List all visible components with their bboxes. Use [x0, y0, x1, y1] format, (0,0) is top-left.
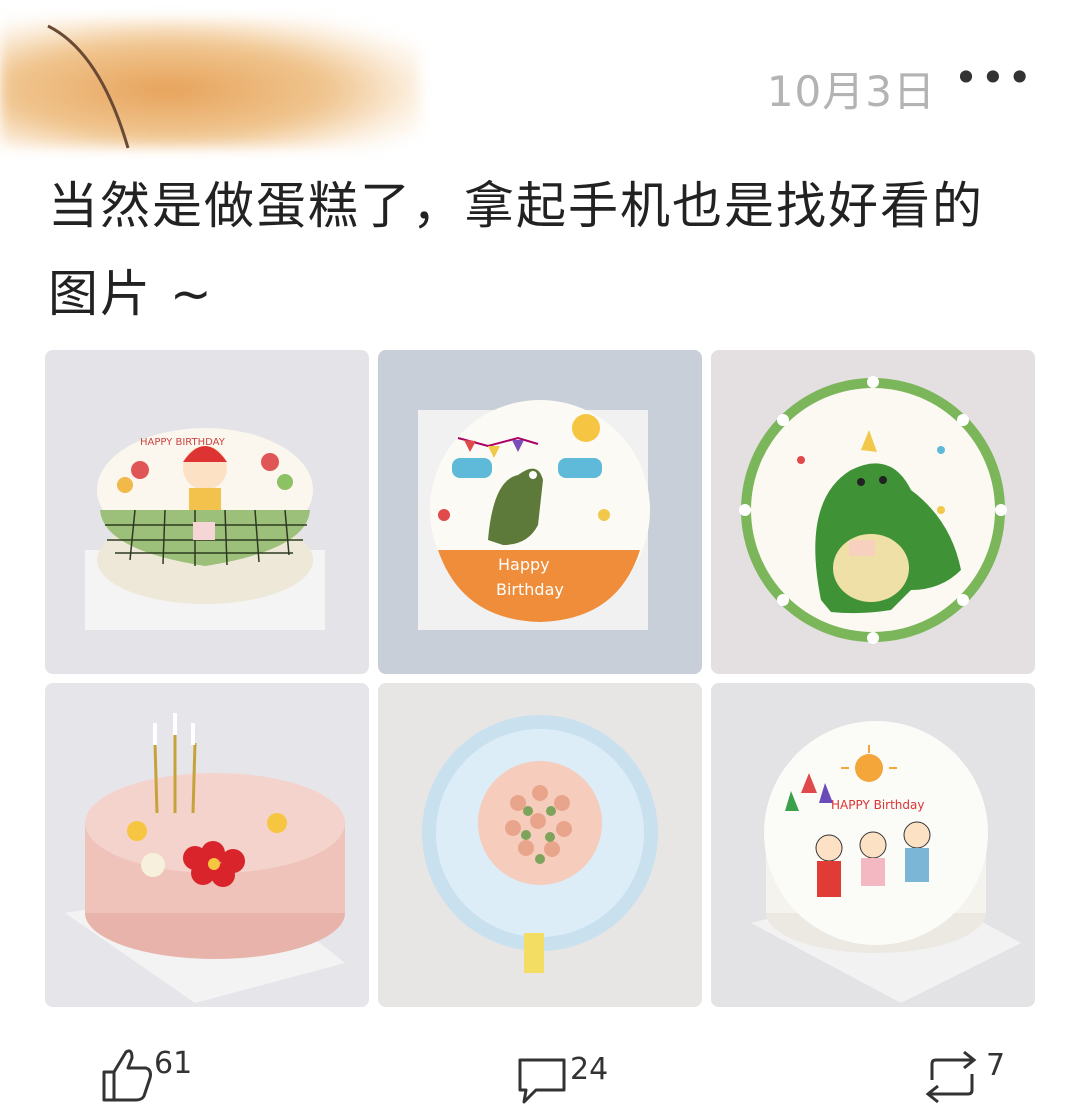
like-count: 61: [154, 1046, 193, 1081]
post-text-line: 当然是做蛋糕了，拿起手机也是找好看的: [48, 177, 984, 235]
repost-count: 7: [986, 1048, 1006, 1083]
image-blue-ruffle-rose-cake[interactable]: [378, 683, 702, 1007]
svg-text:HAPPY BIRTHDAY: HAPPY BIRTHDAY: [140, 437, 226, 448]
image-dinosaur-orange-cake[interactable]: Happy Birthday: [378, 350, 702, 674]
image-green-dinosaur-cake[interactable]: [711, 350, 1035, 674]
image-girl-cake[interactable]: HAPPY BIRTHDAY: [45, 350, 369, 674]
image-family-drawing-cake[interactable]: HAPPY Birthday: [711, 683, 1035, 1007]
comment-button[interactable]: 24: [514, 1050, 608, 1106]
comment-bubble-icon: [518, 1058, 566, 1104]
post-date: 10月3日: [766, 67, 936, 116]
image-pink-flower-cake[interactable]: [45, 683, 369, 1007]
thumbs-up-icon: [102, 1049, 152, 1102]
avatar-decoration: [47, 24, 130, 149]
svg-text:Birthday: Birthday: [496, 580, 564, 599]
post-text: 当然是做蛋糕了，拿起手机也是找好看的 图片 ~: [48, 162, 1048, 338]
repost-icon: [925, 1050, 977, 1104]
action-bar: 61 24 7: [0, 1040, 1078, 1120]
svg-text:HAPPY Birthday: HAPPY Birthday: [831, 798, 924, 812]
like-button[interactable]: 61: [98, 1044, 192, 1104]
svg-text:Happy: Happy: [498, 555, 550, 574]
image-grid: HAPPY BIRTHDAY Happy Birthday HAPPY Birt…: [45, 350, 1035, 1007]
post-text-line: 图片 ~: [48, 265, 214, 323]
comment-count: 24: [570, 1052, 609, 1087]
more-options-icon[interactable]: •••: [954, 57, 1034, 99]
repost-button[interactable]: 7: [918, 1046, 1005, 1108]
